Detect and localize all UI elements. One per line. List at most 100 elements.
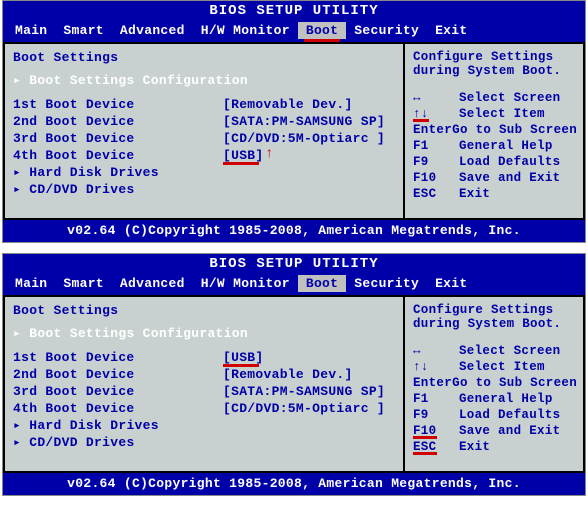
menu-item-advanced[interactable]: Advanced — [112, 275, 193, 292]
menu-item-security[interactable]: Security — [346, 275, 427, 292]
boot-device-label: 2nd Boot Device — [13, 113, 223, 130]
boot-device-label: 1st Boot Device — [13, 96, 223, 113]
boot-device-value: [SATA:PM-SAMSUNG SP] — [223, 113, 395, 130]
content-area: Boot Settings ▸ Boot Settings Configurat… — [3, 295, 585, 471]
help-line: EnterGo to Sub Screen — [413, 375, 577, 391]
help-key: ↑↓ — [413, 359, 459, 375]
menu-item-smart[interactable]: Smart — [55, 22, 112, 39]
help-key: F1 — [413, 391, 459, 407]
menu-item-boot[interactable]: Boot — [298, 22, 346, 39]
boot-device-value: [CD/DVD:5M-Optiarc ] — [223, 400, 395, 417]
help-title-line2: during System Boot. — [413, 64, 577, 78]
boot-settings-config[interactable]: ▸ Boot Settings Configuration — [13, 73, 395, 88]
help-key: F1 — [413, 138, 459, 154]
boot-device-row[interactable]: 1st Boot Device[Removable Dev.] — [13, 96, 395, 113]
boot-device-value: [Removable Dev.] — [223, 96, 395, 113]
footer-bar: v02.64 (C)Copyright 1985-2008, American … — [3, 218, 585, 242]
boot-device-label: 2nd Boot Device — [13, 366, 223, 383]
help-panel: Configure Settings during System Boot. ↔… — [403, 44, 583, 218]
help-line: ↔Select Screen — [413, 343, 577, 359]
help-key: Enter — [413, 122, 452, 138]
boot-device-label: 1st Boot Device — [13, 349, 223, 366]
help-desc: Select Item — [459, 106, 577, 122]
menu-bar: MainSmartAdvancedH/W MonitorBootSecurity… — [3, 20, 585, 42]
help-desc: General Help — [459, 138, 577, 154]
submenu-item[interactable]: ▸ CD/DVD Drives — [13, 434, 395, 451]
help-line: ↑↓Select Item — [413, 359, 577, 375]
help-desc: Exit — [459, 439, 577, 455]
help-line: ↑↓Select Item — [413, 106, 577, 122]
help-line: ↔Select Screen — [413, 90, 577, 106]
help-desc: Load Defaults — [459, 154, 577, 170]
help-line: F9Load Defaults — [413, 407, 577, 423]
boot-device-row[interactable]: 1st Boot Device[USB] — [13, 349, 395, 366]
menu-item-boot[interactable]: Boot — [298, 275, 346, 292]
bios-window-1: BIOS SETUP UTILITY MainSmartAdvancedH/W … — [2, 0, 586, 243]
footer-bar: v02.64 (C)Copyright 1985-2008, American … — [3, 471, 585, 495]
menu-item-smart[interactable]: Smart — [55, 275, 112, 292]
boot-device-row[interactable]: 3rd Boot Device[CD/DVD:5M-Optiarc ] — [13, 130, 395, 147]
boot-settings-config[interactable]: ▸ Boot Settings Configuration — [13, 326, 395, 341]
menu-item-exit[interactable]: Exit — [427, 275, 475, 292]
content-area: Boot Settings ▸ Boot Settings Configurat… — [3, 42, 585, 218]
boot-device-value: [SATA:PM-SAMSUNG SP] — [223, 383, 395, 400]
help-line: F9Load Defaults — [413, 154, 577, 170]
help-line: F1General Help — [413, 391, 577, 407]
help-key: ESC — [413, 439, 459, 455]
menu-item-hwmonitor[interactable]: H/W Monitor — [193, 22, 298, 39]
main-panel: Boot Settings ▸ Boot Settings Configurat… — [5, 44, 403, 218]
title-bar: BIOS SETUP UTILITY — [3, 1, 585, 20]
boot-device-value: [USB] — [223, 349, 395, 366]
help-line: F10Save and Exit — [413, 170, 577, 186]
boot-device-value: [USB]↑ — [223, 147, 395, 164]
submenu-item[interactable]: ▸ CD/DVD Drives — [13, 181, 395, 198]
boot-device-label: 3rd Boot Device — [13, 383, 223, 400]
bios-window-2: BIOS SETUP UTILITY MainSmartAdvancedH/W … — [2, 253, 586, 496]
arrow-up-icon: ↑ — [265, 146, 274, 163]
help-key: F10 — [413, 170, 459, 186]
help-title-line1: Configure Settings — [413, 303, 577, 317]
help-desc: Go to Sub Screen — [452, 375, 577, 391]
boot-device-value: [Removable Dev.] — [223, 366, 395, 383]
main-panel: Boot Settings ▸ Boot Settings Configurat… — [5, 297, 403, 471]
help-desc: Select Screen — [459, 343, 577, 359]
help-key: ↔ — [413, 343, 459, 359]
help-desc: Save and Exit — [459, 423, 577, 439]
boot-device-row[interactable]: 4th Boot Device[USB]↑ — [13, 147, 395, 164]
menu-item-exit[interactable]: Exit — [427, 22, 475, 39]
section-heading: Boot Settings — [13, 50, 395, 65]
boot-device-row[interactable]: 2nd Boot Device[Removable Dev.] — [13, 366, 395, 383]
boot-device-label: 4th Boot Device — [13, 400, 223, 417]
submenu-item[interactable]: ▸ Hard Disk Drives — [13, 164, 395, 181]
help-key: F9 — [413, 154, 459, 170]
menu-bar: MainSmartAdvancedH/W MonitorBootSecurity… — [3, 273, 585, 295]
title-bar: BIOS SETUP UTILITY — [3, 254, 585, 273]
menu-item-main[interactable]: Main — [7, 275, 55, 292]
help-key: F10 — [413, 423, 459, 439]
boot-device-row[interactable]: 3rd Boot Device[SATA:PM-SAMSUNG SP] — [13, 383, 395, 400]
help-key: ↔ — [413, 90, 459, 106]
boot-device-value: [CD/DVD:5M-Optiarc ] — [223, 130, 395, 147]
boot-device-label: 4th Boot Device — [13, 147, 223, 164]
boot-device-label: 3rd Boot Device — [13, 130, 223, 147]
section-heading: Boot Settings — [13, 303, 395, 318]
help-line: EnterGo to Sub Screen — [413, 122, 577, 138]
help-desc: Select Screen — [459, 90, 577, 106]
help-desc: Select Item — [459, 359, 577, 375]
help-desc: Save and Exit — [459, 170, 577, 186]
help-panel: Configure Settings during System Boot. ↔… — [403, 297, 583, 471]
menu-item-hwmonitor[interactable]: H/W Monitor — [193, 275, 298, 292]
boot-device-row[interactable]: 4th Boot Device[CD/DVD:5M-Optiarc ] — [13, 400, 395, 417]
menu-item-advanced[interactable]: Advanced — [112, 22, 193, 39]
boot-device-row[interactable]: 2nd Boot Device[SATA:PM-SAMSUNG SP] — [13, 113, 395, 130]
submenu-item[interactable]: ▸ Hard Disk Drives — [13, 417, 395, 434]
help-desc: Go to Sub Screen — [452, 122, 577, 138]
help-title-line2: during System Boot. — [413, 317, 577, 331]
menu-item-security[interactable]: Security — [346, 22, 427, 39]
menu-item-main[interactable]: Main — [7, 22, 55, 39]
help-desc: General Help — [459, 391, 577, 407]
help-title-line1: Configure Settings — [413, 50, 577, 64]
help-key: ESC — [413, 186, 459, 202]
help-line: F10Save and Exit — [413, 423, 577, 439]
help-line: ESCExit — [413, 439, 577, 455]
